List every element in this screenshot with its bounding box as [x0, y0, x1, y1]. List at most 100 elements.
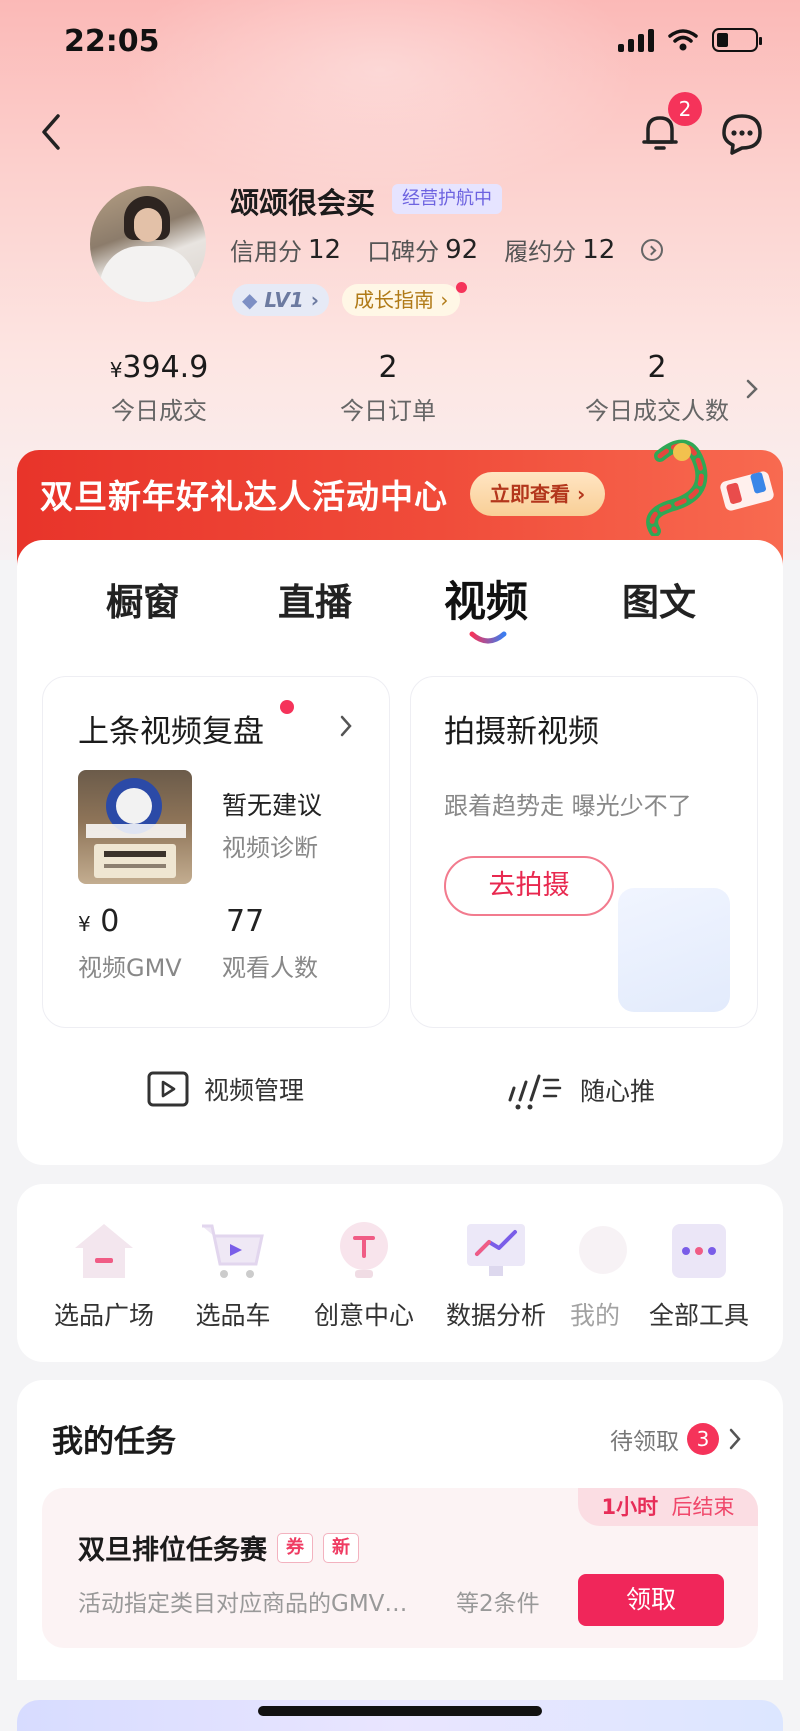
stat-orders[interactable]: 2 今日订单 — [318, 350, 458, 426]
sales-value: 394.9 — [122, 350, 209, 385]
status-icons — [618, 28, 762, 52]
red-dot — [280, 700, 294, 714]
currency-symbol: ¥ — [109, 358, 123, 382]
time-suffix: 后结束 — [671, 1495, 735, 1519]
tasks-title: 我的任务 — [52, 1424, 176, 1460]
tool-label: 我的 — [570, 1301, 621, 1330]
credit-label: 信用分 — [230, 238, 302, 266]
level-badge[interactable]: ◆ LV1 › — [232, 284, 329, 316]
profile-name: 颂颂很会买 — [230, 186, 376, 220]
home-indicator[interactable] — [258, 1706, 542, 1716]
buyers-label: 今日成交人数 — [585, 397, 729, 425]
chevron-right-icon: › — [310, 288, 319, 312]
claim-button[interactable]: 领取 — [578, 1574, 724, 1626]
banner-view-button[interactable]: 立即查看 › — [470, 472, 606, 516]
shoot-title: 拍摄新视频 — [444, 714, 599, 750]
tool-data-analysis[interactable]: 数据分析 — [436, 1220, 556, 1332]
go-shoot-button[interactable]: 去拍摄 — [444, 856, 614, 916]
notification-badge: 2 — [668, 92, 702, 126]
task-name-row: 双旦排位任务赛 券 新 — [78, 1528, 359, 1567]
credit-value: 12 — [308, 234, 342, 265]
chevron-circle-icon[interactable] — [641, 238, 664, 261]
play-box-icon — [147, 1071, 189, 1107]
chevron-right-icon: › — [440, 288, 449, 312]
sales-label: 今日成交 — [111, 397, 207, 425]
level-label: LV1 — [264, 288, 304, 312]
tab-graphic[interactable]: 图文 — [622, 572, 696, 626]
task-countdown-tag: 1小时 后结束 — [578, 1488, 758, 1526]
status-time: 22:05 — [64, 24, 160, 59]
new-tag: 新 — [323, 1532, 359, 1563]
viewers-value: 77 — [226, 904, 265, 939]
gmv-number: 0 — [100, 904, 120, 939]
tool-creative-center[interactable]: 创意中心 — [304, 1220, 424, 1332]
video-manage-link[interactable]: 视频管理 — [146, 1070, 304, 1108]
tool-product-cart[interactable]: 选品车 — [178, 1220, 288, 1332]
back-icon[interactable] — [38, 112, 64, 152]
diagnosis-link[interactable]: 视频诊断 — [222, 828, 318, 863]
more-icon — [666, 1220, 732, 1282]
chevron-right-icon[interactable] — [744, 378, 760, 400]
reputation-label: 口碑分 — [367, 238, 440, 266]
tab-live[interactable]: 直播 — [278, 572, 352, 626]
task-conditions[interactable]: 等2条件 — [456, 1584, 540, 1618]
suggestion-text: 暂无建议 — [222, 791, 323, 820]
video-thumbnail[interactable] — [78, 770, 192, 884]
boost-label: 随心推 — [580, 1077, 656, 1106]
orders-label: 今日订单 — [340, 397, 436, 425]
coupon-tag: 券 — [277, 1532, 313, 1563]
gift-decoration-icon — [646, 439, 774, 536]
boost-link[interactable]: 随心推 — [506, 1070, 655, 1110]
pending-label: 待领取 — [610, 1429, 679, 1455]
pending-count-badge: 3 — [687, 1423, 719, 1455]
pending-tasks-link[interactable]: 待领取 3 — [610, 1422, 743, 1456]
reputation-value: 92 — [445, 234, 479, 265]
chevron-right-icon — [729, 1428, 741, 1450]
chevron-right-icon[interactable] — [338, 714, 354, 738]
signal-icon — [618, 28, 654, 52]
tab-showcase[interactable]: 橱窗 — [106, 572, 180, 626]
orders-value: 2 — [378, 350, 398, 385]
banner-view-label: 立即查看 — [490, 482, 570, 506]
task-description: 活动指定类目对应商品的GMV… — [78, 1591, 408, 1617]
tool-label: 全部工具 — [648, 1301, 749, 1330]
message-icon[interactable] — [720, 112, 764, 156]
gmv-label: 视频GMV — [78, 954, 182, 982]
cart-icon — [200, 1220, 266, 1282]
banner-title: 双旦新年好礼达人活动中心 — [40, 477, 448, 516]
boost-icon — [508, 1074, 562, 1110]
fulfill-value: 12 — [582, 234, 616, 265]
tool-all-tools[interactable]: 全部工具 — [634, 1220, 764, 1332]
shoot-description: 跟着趋势走 曝光少不了 — [444, 792, 692, 820]
stat-sales[interactable]: ¥394.9 今日成交 — [84, 350, 234, 426]
video-manage-label: 视频管理 — [204, 1076, 305, 1105]
tab-video[interactable]: 视频 — [444, 568, 528, 629]
review-title: 上条视频复盘 — [78, 714, 264, 750]
score-row[interactable]: 信用分 12 口碑分 92 履约分 12 — [230, 232, 664, 267]
tab-active-indicator — [469, 631, 507, 644]
tool-label: 选品广场 — [53, 1301, 154, 1330]
gmv-value: ¥ 0 — [78, 904, 119, 939]
bulb-icon — [331, 1220, 397, 1282]
growth-guide-label: 成长指南 — [354, 288, 434, 312]
house-icon — [71, 1220, 137, 1282]
currency-symbol: ¥ — [78, 912, 91, 936]
guard-status-tag[interactable]: 经营护航中 — [392, 184, 502, 214]
stat-buyers[interactable]: 2 今日成交人数 — [572, 350, 742, 426]
tool-label: 选品车 — [195, 1301, 271, 1330]
avatar[interactable] — [90, 186, 206, 302]
tool-label: 创意中心 — [313, 1301, 414, 1330]
fulfill-label: 履约分 — [504, 238, 577, 266]
time-left: 1小时 — [601, 1495, 659, 1519]
chart-icon — [463, 1220, 529, 1282]
red-dot — [456, 282, 467, 293]
buyers-value: 2 — [647, 350, 667, 385]
growth-guide-button[interactable]: 成长指南 › — [342, 284, 461, 316]
battery-icon — [712, 28, 762, 52]
tv-decoration-icon — [618, 888, 730, 1012]
tool-mine[interactable]: 我的 — [570, 1220, 630, 1332]
viewers-label: 观看人数 — [222, 954, 318, 982]
wifi-icon — [668, 29, 698, 51]
diamond-icon: ◆ — [242, 288, 258, 312]
tool-product-square[interactable]: 选品广场 — [46, 1220, 162, 1332]
